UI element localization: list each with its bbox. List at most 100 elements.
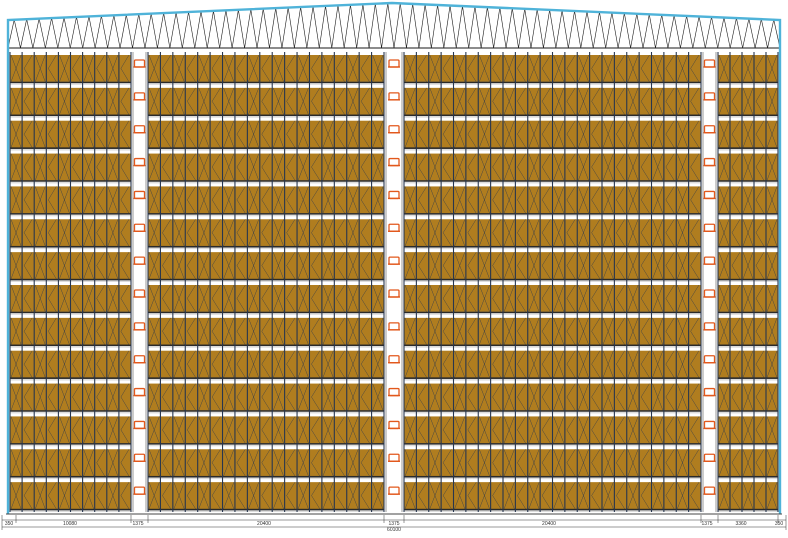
truss-web (63, 17, 71, 49)
truss-web (599, 12, 606, 49)
truss-web (101, 15, 108, 49)
dim-seg-block2: 20400 (257, 521, 271, 527)
truss-web (536, 9, 544, 49)
truss-web (524, 8, 532, 49)
rack-beam (148, 508, 384, 511)
rack-beam (148, 344, 384, 347)
dim-seg-block4: 3360 (735, 521, 746, 527)
truss-web (605, 12, 613, 49)
rack-beam-gap (148, 83, 384, 85)
truss-web (561, 10, 569, 49)
rack-beam-gap (718, 214, 778, 217)
truss-web (698, 16, 706, 49)
truss-web (617, 13, 625, 49)
truss-web (505, 8, 513, 49)
truss-web (325, 5, 333, 49)
rack-beam (148, 114, 384, 117)
truss-web (592, 12, 600, 49)
truss-web (555, 10, 563, 49)
rack-beam (148, 147, 384, 149)
truss-web (480, 7, 488, 49)
truss-web (543, 9, 550, 49)
truss-web (474, 6, 482, 49)
rack-beam-gap (718, 378, 778, 381)
truss-web (692, 16, 700, 49)
truss-web (144, 13, 152, 49)
truss-web (754, 19, 762, 49)
rack-beam-gap (718, 444, 778, 447)
rack-beam-gap (148, 214, 384, 217)
truss-web (455, 6, 463, 49)
truss-web (648, 14, 656, 49)
truss-web (499, 7, 507, 49)
rack-beam (148, 245, 384, 248)
rack-beam (718, 377, 778, 379)
rack-beam-gap (718, 181, 778, 184)
truss-web (393, 3, 401, 49)
truss-web (188, 11, 196, 49)
truss-web (20, 19, 27, 49)
truss-web (661, 14, 669, 49)
truss-web (287, 7, 295, 49)
rack-beam (148, 311, 384, 314)
pallet-load-row (148, 317, 384, 345)
rack-beam-gap (718, 411, 778, 414)
truss-web (256, 8, 264, 49)
rack-beam-gap (148, 280, 384, 282)
rack-beam-gap (718, 148, 778, 151)
truss-web (294, 7, 301, 49)
truss-web (132, 14, 140, 49)
dim-seg-aisle1: 1375 (132, 521, 143, 527)
truss-web (244, 9, 252, 49)
rack-beam (148, 278, 384, 281)
rack-beam (148, 180, 384, 182)
rack-beam-gap (718, 83, 778, 85)
truss-web (350, 4, 357, 49)
truss-web (113, 15, 121, 49)
pallet-load-row (148, 153, 384, 181)
rack-beam (718, 245, 778, 248)
rack-beam-gap (148, 510, 384, 512)
truss-web (331, 5, 339, 49)
rack-beam-gap (718, 313, 778, 315)
truss-web (94, 15, 102, 49)
rack-beam (718, 508, 778, 511)
truss-web (549, 9, 557, 49)
aisle-clearance (385, 52, 403, 512)
truss-web (717, 17, 725, 49)
pallet-load-row (148, 186, 384, 214)
truss-web (200, 11, 208, 49)
truss-web (150, 13, 158, 49)
truss-web (487, 7, 494, 49)
truss-web (194, 11, 202, 49)
truss-web (238, 9, 245, 49)
rack-beam-gap (148, 148, 384, 151)
truss-web (630, 13, 638, 49)
truss-web (51, 18, 59, 49)
truss-web (399, 3, 407, 49)
rack-beam-gap (148, 346, 384, 348)
truss-web (281, 7, 289, 49)
truss-web (262, 8, 270, 49)
truss-web (32, 18, 40, 49)
truss-web (163, 13, 171, 49)
truss-web (493, 7, 501, 49)
truss-web (686, 15, 694, 49)
rack-beam (718, 114, 778, 117)
rack-beam-gap (718, 477, 778, 480)
rack-beam-gap (718, 280, 778, 282)
rack-beam-gap (718, 116, 778, 118)
truss-web (157, 13, 164, 49)
rack-beam (718, 311, 778, 314)
rack-beam-gap (148, 477, 384, 480)
rack-beam (718, 443, 778, 445)
truss-web (424, 4, 432, 49)
truss-web (418, 4, 426, 49)
rack-beam (718, 278, 778, 281)
truss-top-chord (7, 2, 781, 21)
truss-web (375, 3, 382, 49)
truss-web (125, 14, 133, 49)
truss-web (642, 14, 650, 49)
pallet-load-row (148, 252, 384, 279)
truss-web (300, 7, 308, 49)
